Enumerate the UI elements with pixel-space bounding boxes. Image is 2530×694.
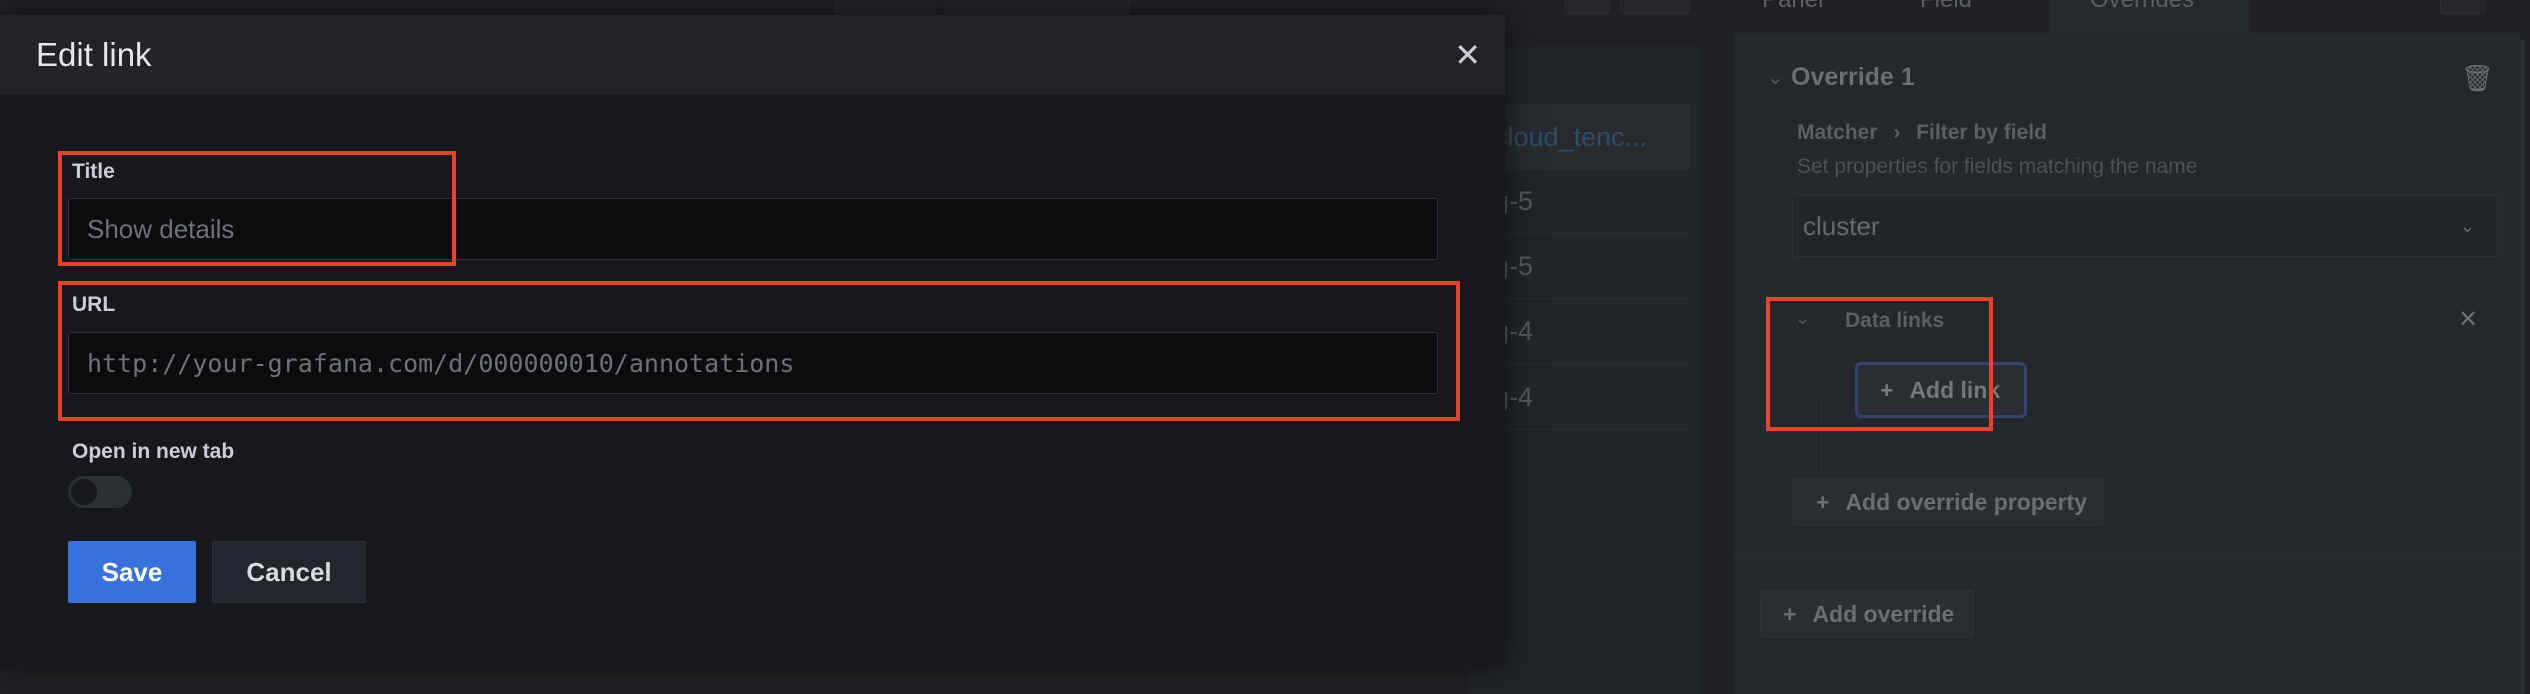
matcher-description: Set properties for fields matching the n… bbox=[1797, 155, 2198, 178]
matcher-label: Matcher bbox=[1797, 121, 1878, 144]
highlight-url bbox=[58, 281, 1460, 421]
tab-field[interactable]: Field bbox=[1920, 0, 1972, 14]
close-icon[interactable]: ✕ bbox=[1454, 36, 1481, 74]
table-header[interactable]: cloud_tenc... bbox=[1480, 104, 1690, 170]
toolbar-button[interactable] bbox=[835, 0, 935, 14]
matcher-value: Filter by field bbox=[1916, 121, 2047, 144]
modal-header: Edit link ✕ bbox=[0, 15, 1505, 95]
add-override-button[interactable]: + Add override bbox=[1760, 590, 1974, 638]
chevron-down-icon: ⌄ bbox=[2459, 215, 2475, 236]
cancel-button[interactable]: Cancel bbox=[212, 541, 366, 603]
toolbar-button[interactable] bbox=[1565, 0, 1610, 14]
field-select[interactable]: cluster ⌄ bbox=[1792, 195, 2498, 257]
highlight-data-links bbox=[1766, 297, 1993, 431]
divider bbox=[1733, 557, 2520, 558]
panel-toolbar-button[interactable] bbox=[2440, 0, 2485, 14]
matcher-breadcrumb: Matcher › Filter by field bbox=[1797, 121, 2047, 145]
add-override-property-button[interactable]: + Add override property bbox=[1793, 478, 2103, 526]
toolbar-button[interactable] bbox=[945, 0, 1130, 14]
chevron-right-icon: › bbox=[1893, 121, 1901, 144]
tab-panel[interactable]: Panel bbox=[1762, 0, 1823, 14]
scrollbar[interactable] bbox=[2521, 40, 2525, 694]
open-in-new-tab-label: Open in new tab bbox=[72, 440, 235, 463]
highlight-title bbox=[58, 151, 456, 266]
table-row: g-5 bbox=[1480, 235, 1690, 299]
chevron-down-icon[interactable]: ⌄ bbox=[1767, 65, 1784, 90]
modal-title: Edit link bbox=[36, 36, 152, 73]
plus-icon: + bbox=[1783, 600, 1797, 627]
open-in-new-tab-toggle[interactable] bbox=[68, 476, 132, 508]
override-title: Override 1 bbox=[1791, 63, 1915, 91]
save-button[interactable]: Save bbox=[68, 541, 196, 603]
remove-property-close-icon[interactable]: ✕ bbox=[2458, 305, 2478, 334]
tab-overrides[interactable]: Overrides bbox=[2090, 0, 2194, 14]
trash-icon[interactable]: 🗑 bbox=[2461, 63, 2494, 94]
field-select-value: cluster bbox=[1803, 210, 1880, 241]
table-row: g-5 bbox=[1480, 170, 1690, 234]
table-row: g-4 bbox=[1480, 300, 1690, 364]
toolbar-button[interactable] bbox=[1620, 0, 1690, 14]
toggle-knob bbox=[71, 479, 97, 505]
plus-icon: + bbox=[1816, 488, 1830, 515]
table-row: g-4 bbox=[1480, 366, 1690, 430]
